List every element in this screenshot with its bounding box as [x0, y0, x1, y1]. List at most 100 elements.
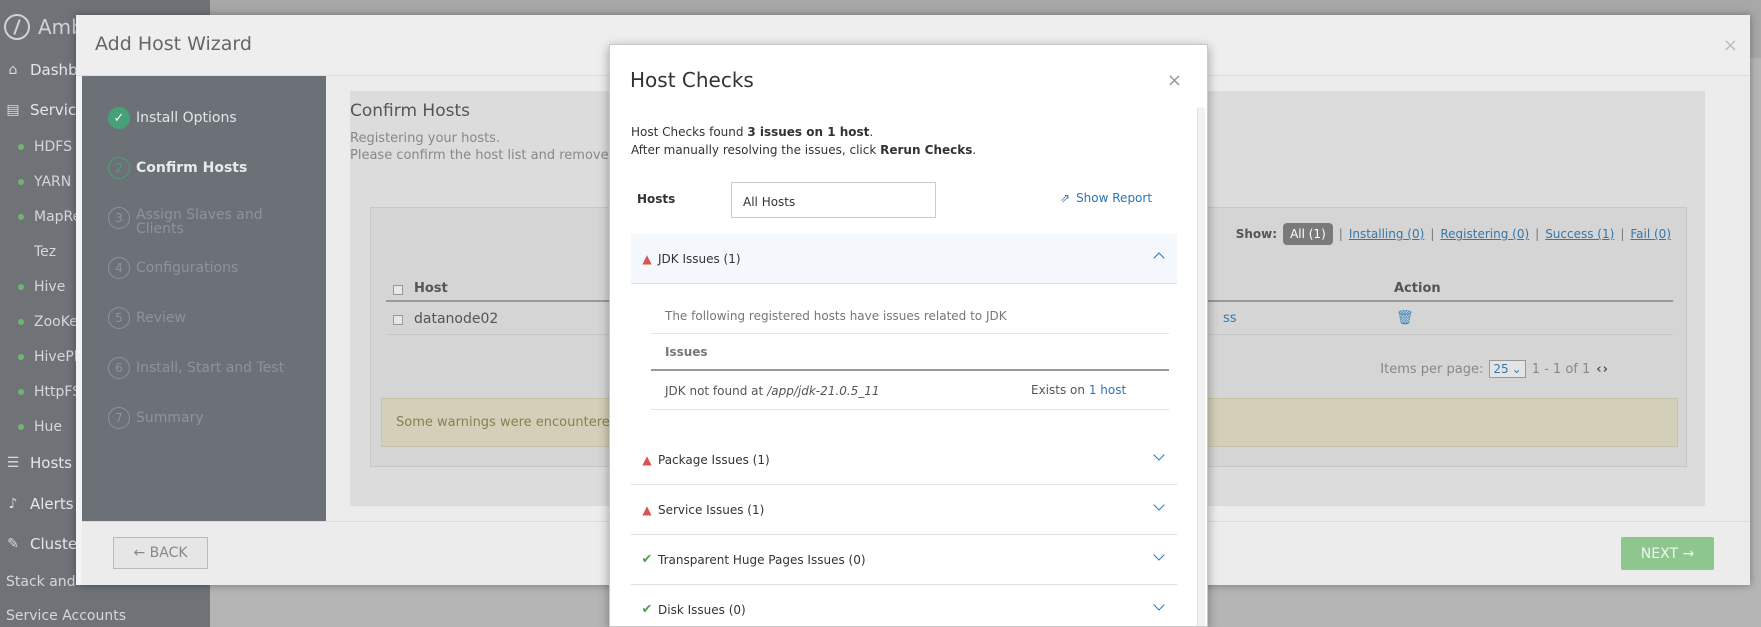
trash-icon[interactable]: 🗑: [1396, 310, 1414, 326]
filter-fail[interactable]: Fail (0): [1630, 227, 1671, 241]
service-item-httpfs[interactable]: HttpFS: [0, 381, 81, 403]
wizard-close-icon[interactable]: ×: [1723, 35, 1738, 56]
pager-arrows-icon[interactable]: ‹›: [1596, 362, 1609, 377]
status-dot-icon: [18, 179, 24, 185]
host-checks-title: Host Checks: [630, 68, 754, 92]
step-label: Install Options: [136, 110, 237, 126]
step-number: 5: [108, 307, 130, 329]
next-button[interactable]: NEXT →: [1621, 537, 1714, 570]
chevron-down-icon: [1153, 499, 1165, 511]
step-install-options[interactable]: ✓ Install Options: [108, 107, 237, 129]
nav-stack-versions[interactable]: Stack and: [6, 571, 76, 593]
service-label: MapRe: [34, 209, 82, 225]
page-range: 1 - 1 of 1: [1531, 361, 1591, 377]
service-item-hdfs[interactable]: HDFS: [0, 136, 72, 158]
chevron-down-icon: [1153, 449, 1165, 461]
home-icon: ⌂: [8, 62, 18, 78]
nav-alerts[interactable]: ♪ Alerts: [0, 492, 74, 516]
nav-hosts[interactable]: ☰ Hosts: [0, 451, 72, 475]
step-confirm-hosts[interactable]: 2 Confirm Hosts: [108, 157, 247, 179]
service-label: ZooKe: [34, 314, 78, 330]
host-status-link[interactable]: ss: [1223, 311, 1237, 326]
chevron-down-icon: [1153, 599, 1165, 611]
step-label: Assign Slaves and Clients: [136, 207, 263, 237]
row-checkbox[interactable]: [393, 315, 403, 325]
step-label: Configurations: [136, 260, 239, 276]
resolve-text: .: [972, 143, 977, 157]
nav-services[interactable]: ▤ Service: [0, 98, 85, 122]
issue-path: /app/jdk-21.0.5_11: [767, 383, 880, 398]
jdk-issues-column: Issues: [651, 335, 1169, 371]
hosts-filter-select[interactable]: All Hosts: [731, 182, 936, 218]
exists-text: Exists on: [1031, 383, 1089, 397]
step-number: 2: [108, 157, 130, 179]
server-icon: ☰: [6, 455, 20, 471]
section-thp-issues[interactable]: ✔ Transparent Huge Pages Issues (0): [631, 535, 1177, 585]
service-label: YARN: [34, 174, 72, 190]
items-per-page-label: Items per page:: [1380, 361, 1484, 377]
section-title: Transparent Huge Pages Issues (0): [658, 552, 866, 567]
warning-icon: ▲: [642, 452, 652, 467]
rerun-checks-text: Rerun Checks: [880, 143, 973, 157]
nav-dashboard[interactable]: ⌂ Dashbo: [0, 58, 87, 82]
nav-service-accounts[interactable]: Service Accounts: [6, 605, 126, 627]
table-row: JDK not found at /app/jdk-21.0.5_11 Exis…: [651, 372, 1169, 410]
jdk-description: The following registered hosts have issu…: [651, 299, 1169, 334]
section-title: Disk Issues (0): [658, 602, 746, 617]
filter-registering[interactable]: Registering (0): [1440, 227, 1529, 241]
show-report-link[interactable]: ⇗ Show Report: [1060, 191, 1152, 205]
section-disk-issues[interactable]: ✔ Disk Issues (0): [631, 585, 1177, 626]
section-title: Package Issues (1): [658, 452, 770, 467]
chevron-up-icon: [1153, 252, 1165, 264]
step-install-start-test: 6 Install, Start and Test: [108, 357, 284, 379]
items-per-page-select[interactable]: 25 ⌄: [1489, 360, 1526, 378]
filter-installing[interactable]: Installing (0): [1349, 227, 1425, 241]
issue-text: JDK not found at: [665, 383, 764, 398]
filter-all[interactable]: All (1): [1283, 223, 1333, 245]
section-jdk-issues[interactable]: ▲ JDK Issues (1): [631, 234, 1177, 284]
service-item-yarn[interactable]: YARN: [0, 171, 71, 193]
step-configurations: 4 Configurations: [108, 257, 238, 279]
back-button[interactable]: ← BACK: [113, 537, 208, 569]
exists-hosts-link[interactable]: 1 host: [1089, 383, 1126, 397]
select-all-checkbox[interactable]: [393, 285, 403, 295]
section-service-issues[interactable]: ▲ Service Issues (1): [631, 485, 1177, 535]
check-icon: ✓: [108, 107, 130, 129]
service-item-hiveplus[interactable]: HivePlu: [0, 346, 87, 368]
service-item-tez[interactable]: Tez: [0, 241, 56, 263]
service-label: HttpFS: [34, 384, 82, 400]
close-icon[interactable]: ×: [1167, 70, 1182, 91]
summary-count: 3 issues on 1 host: [747, 125, 870, 139]
service-label: Hue: [34, 419, 63, 435]
nav-sub-label: Service Accounts: [6, 608, 127, 624]
host-checks-modal: Host Checks × Host Checks found 3 issues…: [609, 44, 1208, 627]
summary-text: Host Checks found: [631, 125, 748, 139]
hosts-filter-label: Hosts: [637, 192, 676, 206]
wizard-steps: ✓ Install Options 2 Confirm Hosts 3 Assi…: [82, 76, 326, 521]
section-package-issues[interactable]: ▲ Package Issues (1): [631, 435, 1177, 485]
service-item-mapreduce[interactable]: MapRe: [0, 206, 81, 228]
status-dot-icon: [18, 284, 24, 290]
nav-hosts-label: Hosts: [30, 454, 72, 472]
column-action: Action: [1394, 281, 1441, 296]
service-label: HDFS: [34, 139, 73, 155]
summary-line: Host Checks found 3 issues on 1 host.: [631, 123, 976, 141]
service-item-hive[interactable]: Hive: [0, 276, 65, 298]
show-label: Show:: [1235, 227, 1278, 241]
service-item-zookeeper[interactable]: ZooKe: [0, 311, 78, 333]
separator: |: [1535, 227, 1540, 241]
briefcase-icon: ▤: [6, 102, 20, 118]
app-logo[interactable]: Amb: [4, 12, 84, 42]
service-item-hue[interactable]: Hue: [0, 416, 62, 438]
status-dot-icon: [18, 214, 24, 220]
nav-cluster[interactable]: ✎ Cluster: [0, 532, 83, 556]
step-assign-slaves: 3 Assign Slaves and Clients: [108, 207, 276, 236]
modal-scrollbar[interactable]: [1197, 107, 1205, 626]
chevron-down-icon: [1153, 549, 1165, 561]
step-review: 5 Review: [108, 307, 186, 329]
step-number: 7: [108, 407, 130, 429]
step-number: 6: [108, 357, 130, 379]
ambari-logo-icon: [4, 14, 30, 40]
wrench-icon: ✎: [7, 536, 19, 552]
filter-success[interactable]: Success (1): [1545, 227, 1614, 241]
